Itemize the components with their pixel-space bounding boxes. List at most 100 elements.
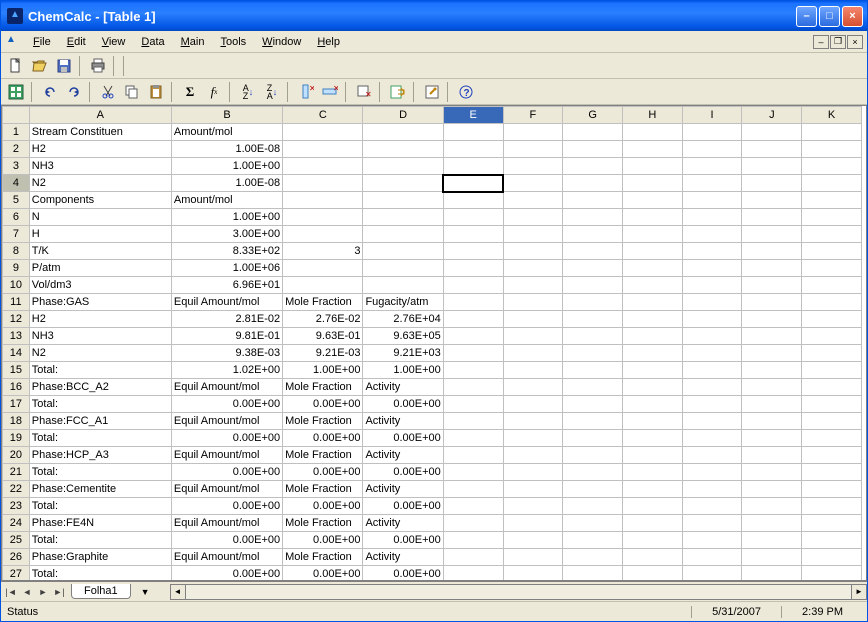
cell[interactable] <box>503 498 563 515</box>
cell[interactable]: Equil Amount/mol <box>171 481 282 498</box>
cell[interactable] <box>802 192 862 209</box>
cell[interactable] <box>802 532 862 549</box>
cell[interactable] <box>443 566 503 581</box>
cell[interactable]: 0.00E+00 <box>171 396 282 413</box>
cell[interactable] <box>682 209 742 226</box>
cell[interactable]: Phase:GAS <box>29 294 171 311</box>
cell[interactable] <box>563 566 623 581</box>
cell[interactable] <box>682 481 742 498</box>
cell[interactable]: 0.00E+00 <box>283 498 363 515</box>
cell[interactable] <box>802 124 862 141</box>
column-header-J[interactable]: J <box>742 107 802 124</box>
cell[interactable] <box>363 277 443 294</box>
cell[interactable]: Components <box>29 192 171 209</box>
undo-button[interactable] <box>39 81 61 103</box>
row-header[interactable]: 22 <box>3 481 30 498</box>
cell[interactable] <box>443 226 503 243</box>
cell[interactable] <box>503 226 563 243</box>
cell[interactable] <box>283 277 363 294</box>
function-button[interactable]: fx <box>203 81 225 103</box>
cell[interactable] <box>563 515 623 532</box>
cell[interactable] <box>503 532 563 549</box>
cell[interactable] <box>622 498 682 515</box>
cell[interactable] <box>682 158 742 175</box>
cell[interactable]: 9.21E-03 <box>283 345 363 362</box>
row-header[interactable]: 2 <box>3 141 30 158</box>
cell[interactable] <box>443 532 503 549</box>
cell[interactable] <box>802 226 862 243</box>
cell[interactable] <box>622 311 682 328</box>
cell[interactable] <box>742 549 802 566</box>
maximize-button[interactable]: □ <box>819 6 840 27</box>
cell[interactable]: 1.00E+00 <box>283 362 363 379</box>
cell[interactable] <box>622 362 682 379</box>
cell[interactable] <box>802 175 862 192</box>
column-header-A[interactable]: A <box>29 107 171 124</box>
cell[interactable] <box>563 498 623 515</box>
cell[interactable] <box>443 192 503 209</box>
cell[interactable] <box>742 362 802 379</box>
cell[interactable] <box>443 141 503 158</box>
cell[interactable] <box>443 209 503 226</box>
cell[interactable] <box>443 277 503 294</box>
cell[interactable]: 0.00E+00 <box>171 464 282 481</box>
cell[interactable]: 1.00E-08 <box>171 175 282 192</box>
cell[interactable] <box>682 430 742 447</box>
cell[interactable] <box>622 158 682 175</box>
cell[interactable] <box>443 430 503 447</box>
row-header[interactable]: 16 <box>3 379 30 396</box>
cell[interactable]: H <box>29 226 171 243</box>
cell[interactable] <box>802 566 862 581</box>
row-header[interactable]: 4 <box>3 175 30 192</box>
mdi-close-button[interactable]: × <box>847 35 863 49</box>
cell[interactable]: 2.76E-02 <box>283 311 363 328</box>
cell[interactable] <box>622 566 682 581</box>
cell[interactable] <box>682 447 742 464</box>
cell[interactable] <box>802 345 862 362</box>
cell[interactable]: Mole Fraction <box>283 413 363 430</box>
cell[interactable] <box>503 566 563 581</box>
cell[interactable] <box>682 226 742 243</box>
cell[interactable] <box>802 549 862 566</box>
cell[interactable]: 0.00E+00 <box>283 532 363 549</box>
cell[interactable]: 1.00E+00 <box>171 158 282 175</box>
menu-file[interactable]: File <box>25 34 59 50</box>
cell[interactable] <box>742 192 802 209</box>
cell[interactable] <box>503 549 563 566</box>
cell[interactable]: Equil Amount/mol <box>171 379 282 396</box>
cell[interactable] <box>283 192 363 209</box>
row-header[interactable]: 10 <box>3 277 30 294</box>
cell[interactable] <box>682 345 742 362</box>
cell[interactable] <box>742 566 802 581</box>
cell[interactable] <box>622 192 682 209</box>
cell[interactable] <box>742 243 802 260</box>
cell[interactable]: Equil Amount/mol <box>171 294 282 311</box>
copy-button[interactable] <box>121 81 143 103</box>
cell[interactable] <box>682 175 742 192</box>
cell[interactable] <box>563 549 623 566</box>
cell[interactable] <box>802 481 862 498</box>
cell[interactable] <box>682 396 742 413</box>
export-button[interactable] <box>387 81 409 103</box>
row-header[interactable]: 15 <box>3 362 30 379</box>
cell[interactable]: 6.96E+01 <box>171 277 282 294</box>
tab-nav-last[interactable]: ►| <box>51 584 67 600</box>
cell[interactable]: Phase:FCC_A1 <box>29 413 171 430</box>
cell[interactable] <box>563 277 623 294</box>
cell[interactable]: 9.38E-03 <box>171 345 282 362</box>
row-header[interactable]: 27 <box>3 566 30 581</box>
cell[interactable] <box>283 175 363 192</box>
sort-asc-button[interactable]: AZ↓ <box>237 81 259 103</box>
cell[interactable] <box>802 294 862 311</box>
cell[interactable] <box>682 362 742 379</box>
cell[interactable]: NH3 <box>29 158 171 175</box>
cell[interactable]: P/atm <box>29 260 171 277</box>
print-button[interactable] <box>87 55 109 77</box>
cell[interactable] <box>622 481 682 498</box>
spreadsheet[interactable]: ABCDEFGHIJK1Stream ConstituenAmount/mol2… <box>1 105 867 581</box>
cell[interactable] <box>802 277 862 294</box>
column-header-G[interactable]: G <box>563 107 623 124</box>
cell[interactable]: Activity <box>363 379 443 396</box>
delete-column-button[interactable]: ✕ <box>295 81 317 103</box>
cell[interactable] <box>802 158 862 175</box>
